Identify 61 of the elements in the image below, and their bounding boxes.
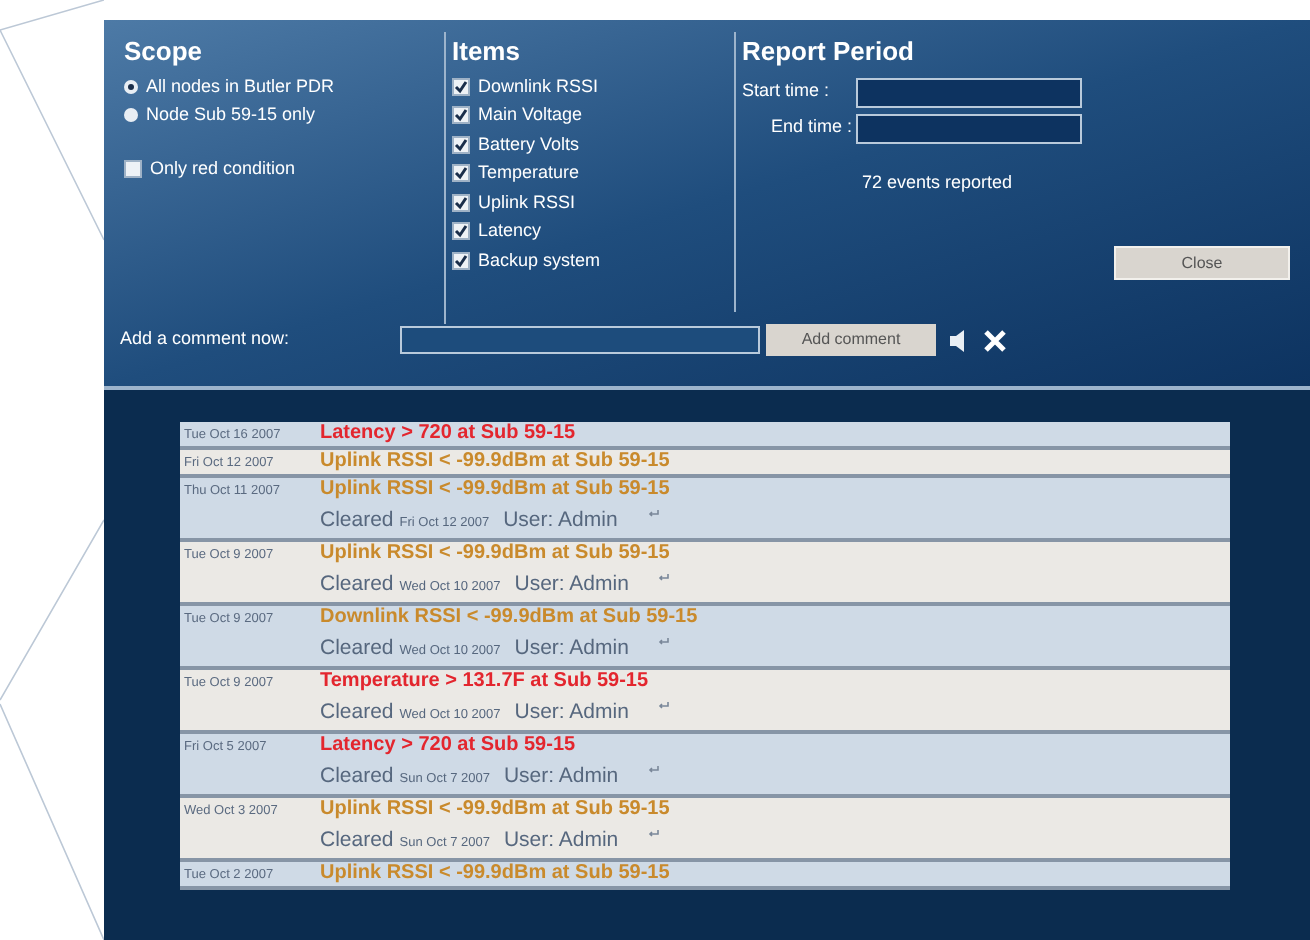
cleared-label: Cleared: [320, 826, 394, 856]
section-title: Report Period: [742, 34, 916, 70]
section-title: Items: [452, 34, 522, 70]
end-time-field[interactable]: [856, 113, 1082, 143]
field-label: Start time :: [742, 78, 832, 105]
cleared-label: Cleared: [320, 698, 394, 728]
radio-label: All nodes in Butler PDR: [146, 73, 335, 99]
cleared-user: User: Admin: [514, 698, 629, 728]
checkbox-label: Battery Volts: [478, 131, 580, 158]
checkbox[interactable]: [452, 77, 470, 96]
cleared-user: User: Admin: [514, 634, 629, 664]
start-time-field[interactable]: [856, 77, 1082, 107]
comment-field[interactable]: [400, 326, 760, 354]
checkbox-label: Main Voltage: [478, 102, 583, 128]
cleared-user: User: Admin: [503, 826, 619, 856]
close-button[interactable]: Close: [1114, 246, 1290, 280]
close-icon[interactable]: [984, 329, 1006, 351]
cleared-label: Cleared: [320, 634, 394, 664]
checkbox[interactable]: [452, 106, 470, 125]
checkbox-label: Uplink RSSI: [478, 189, 576, 216]
checkbox[interactable]: [452, 251, 470, 270]
event-message: Uplink RSSI < -99.9dBm at Sub 59-15: [320, 862, 670, 886]
return-icon: [658, 574, 671, 582]
radio-button[interactable]: [124, 79, 138, 94]
events-count: 72 events reported: [862, 169, 1015, 196]
speaker-icon[interactable]: [950, 329, 968, 351]
event-message: Uplink RSSI < -99.9dBm at Sub 59-15: [320, 450, 670, 474]
event-message: Temperature > 131.7F at Sub 59-15: [320, 670, 651, 694]
event-message: Latency > 720 at Sub 59-15: [320, 734, 578, 758]
return-icon: [658, 702, 671, 710]
event-message: Downlink RSSI < -99.9dBm at Sub 59-15: [320, 606, 698, 630]
cleared-label: Cleared: [320, 570, 394, 600]
comment-label: Add a comment now:: [120, 326, 292, 353]
cleared-user: User: Admin: [503, 762, 619, 792]
checkbox-label: Only red condition: [150, 155, 296, 182]
radio-button[interactable]: [124, 108, 138, 123]
checkbox-label: Downlink RSSI: [478, 73, 599, 99]
return-icon: [648, 766, 661, 774]
checkbox-label: Backup system: [478, 247, 601, 274]
checkbox-label: Temperature: [478, 160, 580, 186]
cleared-user: User: Admin: [503, 506, 618, 536]
event-message: Uplink RSSI < -99.9dBm at Sub 59-15: [320, 542, 671, 566]
event-message: Latency > 720 at Sub 59-15: [320, 422, 576, 446]
return-icon: [648, 830, 661, 838]
cleared-label: Cleared: [320, 506, 394, 536]
add-comment-button[interactable]: Add comment: [766, 324, 936, 356]
cleared-label: Cleared: [320, 762, 394, 792]
field-label: End time :: [768, 114, 852, 141]
return-icon: [658, 638, 671, 646]
section-title: Scope: [124, 34, 205, 70]
checkbox[interactable]: [124, 159, 142, 178]
checkbox[interactable]: [452, 164, 470, 183]
checkbox-label: Latency: [478, 218, 542, 244]
checkbox[interactable]: [452, 135, 470, 154]
checkbox[interactable]: [452, 193, 470, 212]
cleared-user: User: Admin: [514, 570, 629, 600]
checkbox[interactable]: [452, 222, 470, 241]
event-message: Uplink RSSI < -99.9dBm at Sub 59-15: [320, 478, 670, 502]
return-icon: [647, 510, 660, 518]
radio-label: Node Sub 59-15 only: [146, 102, 316, 128]
event-message: Uplink RSSI < -99.9dBm at Sub 59-15: [320, 798, 670, 822]
